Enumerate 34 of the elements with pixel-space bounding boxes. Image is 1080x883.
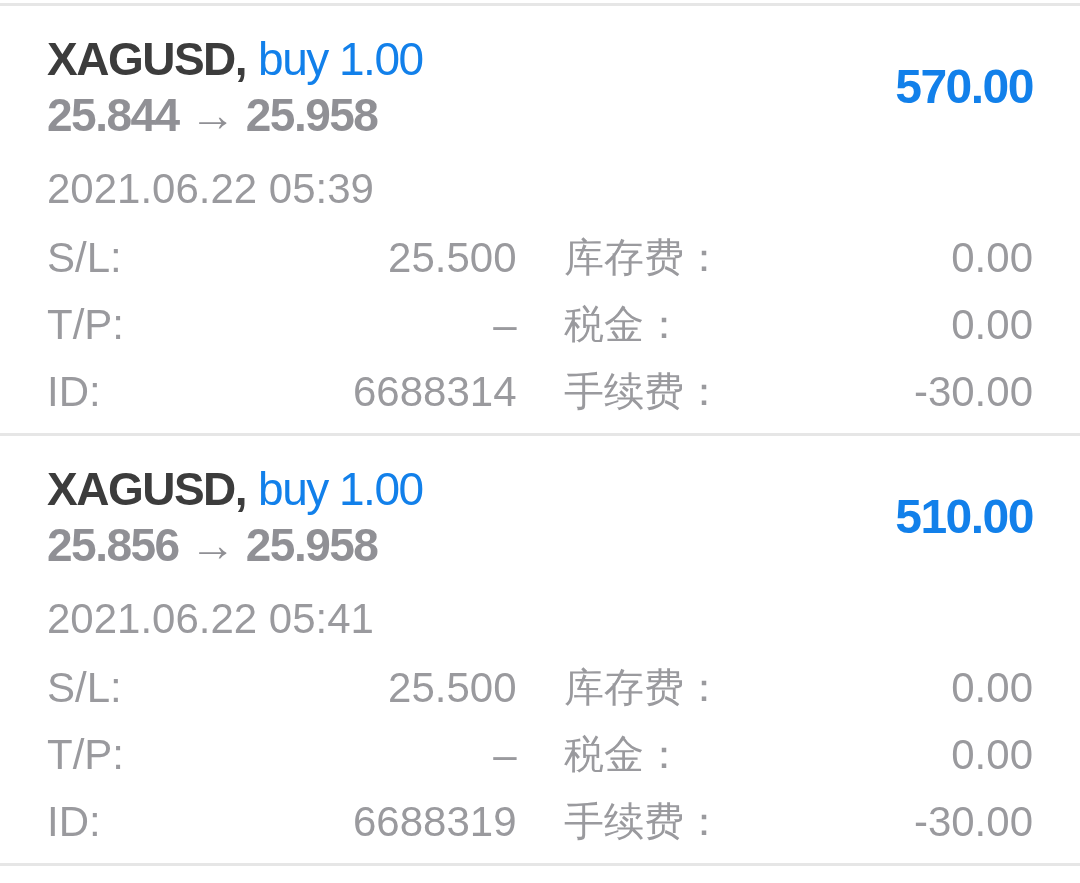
field-value: 0.00	[951, 233, 1033, 283]
field-label: ID:	[47, 367, 101, 417]
field-label: 手续费：	[563, 368, 724, 415]
field-value: 0.00	[951, 300, 1033, 350]
field-label: T/P:	[47, 300, 124, 350]
date-time: 2021.06.22 05:39	[47, 164, 375, 214]
field-value: 0.00	[951, 663, 1033, 713]
field-value: 6688319	[353, 797, 517, 847]
field-label: 库存费：	[563, 664, 724, 711]
field-value: -30.00	[913, 797, 1033, 847]
field-value: -30.00	[913, 367, 1033, 417]
field-value: 25.500	[388, 663, 517, 713]
field-value: 0.00	[951, 730, 1033, 780]
field-value: –	[493, 730, 517, 780]
field-value: –	[493, 300, 517, 350]
symbol-label: XAGUSD,	[47, 463, 247, 515]
date-time: 2021.06.22 05:41	[47, 594, 375, 644]
field-label: S/L:	[47, 233, 122, 283]
profit-amount: 510.00	[895, 489, 1033, 545]
field-label: 库存费：	[563, 234, 724, 281]
field-label: 税金：	[563, 301, 684, 348]
field-label: 手续费：	[563, 798, 724, 845]
profit-amount: 570.00	[895, 59, 1033, 115]
field-value: 6688314	[353, 367, 517, 417]
order-label: buy 1.00	[258, 463, 423, 515]
field-value: 25.500	[388, 233, 517, 283]
price-range: 25.844 → 25.958	[47, 89, 379, 141]
field-label: ID:	[47, 797, 101, 847]
field-label: T/P:	[47, 730, 124, 780]
price-range: 25.856 → 25.958	[47, 519, 379, 571]
symbol-label: XAGUSD,	[47, 33, 247, 85]
field-label: S/L:	[47, 663, 122, 713]
field-label: 税金：	[563, 731, 684, 778]
order-label: buy 1.00	[258, 33, 423, 85]
